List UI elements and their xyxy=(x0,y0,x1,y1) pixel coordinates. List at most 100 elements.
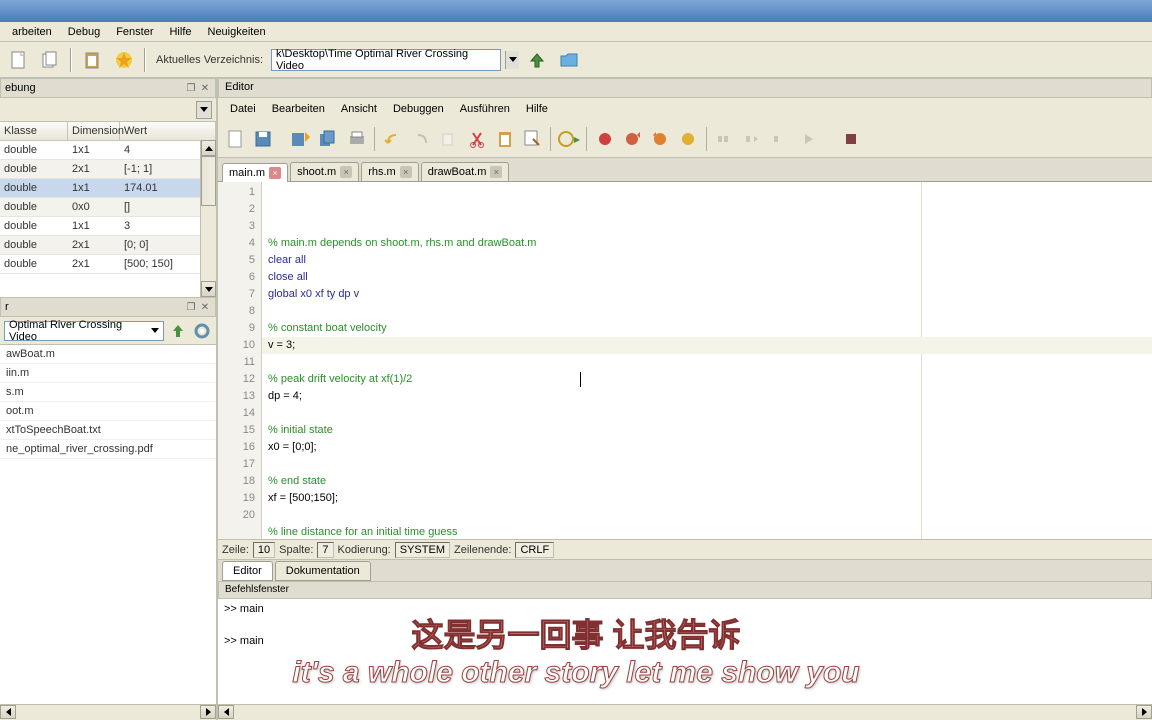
kodierung-label: Kodierung: xyxy=(338,544,391,556)
file-item[interactable]: iin.m xyxy=(0,364,216,383)
file-item[interactable]: xtToSpeechBoat.txt xyxy=(0,421,216,440)
editor-menu-bearbeiten[interactable]: Bearbeiten xyxy=(264,101,333,117)
save-as-icon[interactable] xyxy=(288,126,314,152)
code-area[interactable]: 1234567891011121314151617181920 % main.m… xyxy=(218,182,1152,539)
tab-close-icon[interactable]: × xyxy=(340,166,352,178)
cut-icon[interactable] xyxy=(464,126,490,152)
workspace-title: ebung xyxy=(5,82,36,94)
console-hscrollbar[interactable] xyxy=(218,704,1152,720)
col-dimension[interactable]: Dimension xyxy=(68,122,120,140)
breakpoint-set-icon[interactable] xyxy=(592,126,618,152)
editor-tab[interactable]: drawBoat.m× xyxy=(421,162,510,181)
undock-icon[interactable]: ❐ xyxy=(185,82,197,94)
editor-tab[interactable]: shoot.m× xyxy=(290,162,359,181)
main-menubar: arbeiten Debug Fenster Hilfe Neuigkeiten xyxy=(0,22,1152,42)
main-toolbar: Aktuelles Verzeichnis: k\Desktop\Time Op… xyxy=(0,42,1152,78)
print-icon[interactable] xyxy=(344,126,370,152)
step-in-icon[interactable] xyxy=(740,126,766,152)
paste-button[interactable] xyxy=(78,46,106,74)
save-icon[interactable] xyxy=(250,126,276,152)
workspace-dropdown-icon[interactable] xyxy=(196,101,212,119)
editor-menu-datei[interactable]: Datei xyxy=(222,101,264,117)
bottom-tabs: Editor Dokumentation xyxy=(218,559,1152,581)
save-all-icon[interactable] xyxy=(316,126,342,152)
scroll-right-icon[interactable] xyxy=(200,705,216,719)
scroll-right-icon[interactable] xyxy=(1136,705,1152,719)
console-header: Befehlsfenster xyxy=(218,581,1152,599)
line-gutter: 1234567891011121314151617181920 xyxy=(218,182,262,539)
col-klasse[interactable]: Klasse xyxy=(0,122,68,140)
file-item[interactable]: oot.m xyxy=(0,402,216,421)
workspace-row[interactable]: double1x14 xyxy=(0,141,216,160)
continue-icon[interactable] xyxy=(796,126,822,152)
breakpoint-next-icon[interactable] xyxy=(648,126,674,152)
code-text[interactable]: % main.m depends on shoot.m, rhs.m and d… xyxy=(262,182,1152,539)
zeile-label: Zeile: xyxy=(222,544,249,556)
close-icon[interactable]: ✕ xyxy=(199,301,211,313)
file-item[interactable]: ne_optimal_river_crossing.pdf xyxy=(0,440,216,459)
menu-fenster[interactable]: Fenster xyxy=(108,24,161,40)
step-out-icon[interactable] xyxy=(768,126,794,152)
up-folder-button[interactable] xyxy=(523,46,551,74)
undo-icon[interactable] xyxy=(380,126,406,152)
breakpoint-clear-icon[interactable] xyxy=(620,126,646,152)
editor-panel-header: Editor xyxy=(218,78,1152,98)
workspace-row[interactable]: double2x1[0; 0] xyxy=(0,236,216,255)
undock-icon[interactable]: ❐ xyxy=(185,301,197,313)
new-file-icon[interactable] xyxy=(222,126,248,152)
menu-bearbeiten[interactable]: arbeiten xyxy=(4,24,60,40)
workspace-row[interactable]: double2x1[500; 150] xyxy=(0,255,216,274)
workspace-scrollbar[interactable] xyxy=(200,140,216,297)
copy-button[interactable] xyxy=(36,46,64,74)
files-hscrollbar[interactable] xyxy=(0,704,216,720)
close-icon[interactable]: ✕ xyxy=(199,82,211,94)
scroll-left-icon[interactable] xyxy=(218,705,234,719)
redo-icon[interactable] xyxy=(408,126,434,152)
run-button[interactable] xyxy=(110,46,138,74)
editor-menu-ausfuehren[interactable]: Ausführen xyxy=(452,101,518,117)
editor-menu-ansicht[interactable]: Ansicht xyxy=(333,101,385,117)
editor-tab[interactable]: rhs.m× xyxy=(361,162,419,181)
tab-close-icon[interactable]: × xyxy=(400,166,412,178)
step-over-icon[interactable] xyxy=(712,126,738,152)
editor-tab[interactable]: main.m× xyxy=(222,163,288,182)
menu-debug[interactable]: Debug xyxy=(60,24,108,40)
workspace-row[interactable]: double1x1174.01 xyxy=(0,179,216,198)
workspace-row[interactable]: double1x13 xyxy=(0,217,216,236)
scroll-thumb[interactable] xyxy=(201,156,216,206)
new-file-button[interactable] xyxy=(4,46,32,74)
tab-dokumentation[interactable]: Dokumentation xyxy=(275,561,371,581)
col-wert[interactable]: Wert xyxy=(120,122,216,140)
scroll-up-icon[interactable] xyxy=(201,140,216,156)
settings-gear-icon[interactable] xyxy=(192,321,212,341)
breakpoint-disable-icon[interactable] xyxy=(676,126,702,152)
run-script-icon[interactable] xyxy=(556,126,582,152)
directory-value: k\Desktop\Time Optimal River Crossing Vi… xyxy=(276,48,496,72)
editor-toolbar xyxy=(218,120,1152,158)
scroll-down-icon[interactable] xyxy=(201,281,216,297)
directory-combo[interactable]: k\Desktop\Time Optimal River Crossing Vi… xyxy=(271,49,501,71)
console[interactable]: >> main >> main xyxy=(218,599,1152,704)
find-icon[interactable] xyxy=(520,126,546,152)
stop-icon[interactable] xyxy=(838,126,864,152)
files-folder-combo[interactable]: Optimal River Crossing Video xyxy=(4,321,164,341)
tab-editor[interactable]: Editor xyxy=(222,561,273,581)
spalte-value: 7 xyxy=(317,542,333,558)
file-item[interactable]: s.m xyxy=(0,383,216,402)
directory-dropdown-icon[interactable] xyxy=(505,51,519,69)
copy-icon[interactable] xyxy=(436,126,462,152)
paste-icon[interactable] xyxy=(492,126,518,152)
files-folder-value: Optimal River Crossing Video xyxy=(9,319,151,343)
file-item[interactable]: awBoat.m xyxy=(0,345,216,364)
tab-close-icon[interactable]: × xyxy=(490,166,502,178)
editor-menu-debuggen[interactable]: Debuggen xyxy=(385,101,452,117)
workspace-row[interactable]: double0x0[] xyxy=(0,198,216,217)
editor-menu-hilfe[interactable]: Hilfe xyxy=(518,101,556,117)
tab-close-icon[interactable]: × xyxy=(269,167,281,179)
menu-hilfe[interactable]: Hilfe xyxy=(161,24,199,40)
scroll-left-icon[interactable] xyxy=(0,705,16,719)
menu-neuigkeiten[interactable]: Neuigkeiten xyxy=(200,24,274,40)
workspace-row[interactable]: double2x1[-1; 1] xyxy=(0,160,216,179)
browse-folder-button[interactable] xyxy=(555,46,583,74)
up-folder-icon[interactable] xyxy=(168,321,188,341)
